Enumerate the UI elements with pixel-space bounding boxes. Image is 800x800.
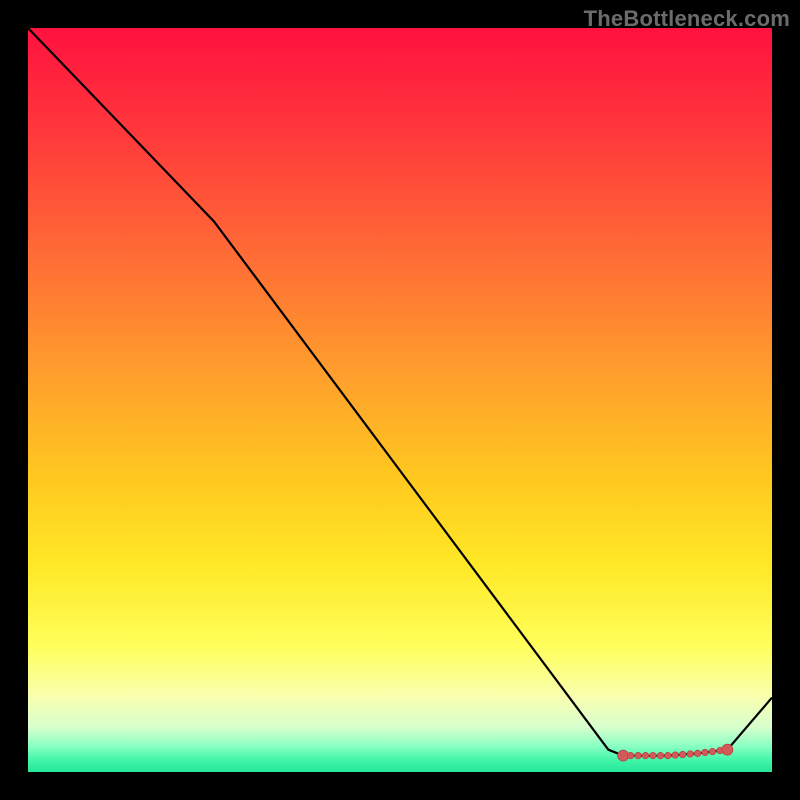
optimum-marker <box>702 749 708 755</box>
plot-frame <box>28 28 772 772</box>
optimum-marker <box>657 752 663 758</box>
optimum-marker <box>680 751 686 757</box>
optimum-marker <box>650 752 656 758</box>
optimum-marker <box>665 752 671 758</box>
optimum-marker <box>709 748 715 754</box>
chart-svg <box>28 28 772 772</box>
gradient-background <box>28 28 772 772</box>
chart-container: TheBottleneck.com <box>0 0 800 800</box>
watermark-text: TheBottleneck.com <box>584 6 790 32</box>
optimum-marker <box>722 744 733 755</box>
optimum-marker <box>642 752 648 758</box>
optimum-marker <box>635 752 641 758</box>
optimum-marker <box>627 752 633 758</box>
optimum-marker <box>672 752 678 758</box>
optimum-marker <box>694 750 700 756</box>
optimum-marker <box>687 751 693 757</box>
